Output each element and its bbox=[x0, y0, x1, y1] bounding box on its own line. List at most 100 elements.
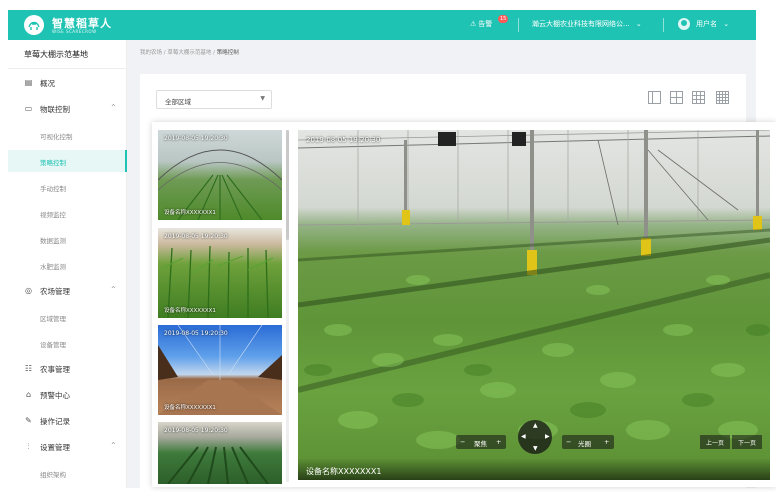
thumbnail-device-name: 设备名称XXXXXXX1 bbox=[164, 405, 216, 411]
thumbnail-timestamp: 2019-08-05 19:20:30 bbox=[164, 427, 228, 434]
arrow-up-icon[interactable]: ▲ bbox=[533, 422, 538, 429]
sidebar-item-label: 物联控制 bbox=[40, 105, 70, 114]
next-page-button[interactable]: 下一页 bbox=[732, 435, 763, 449]
top-bar: 智慧稻草人 WISE SCARECROW ⚠ 告警 15 瀚云大棚农业科技有限网络… bbox=[8, 10, 756, 40]
main-video-feed[interactable]: 2019-08-05 19:20:30 − 聚焦 + ▲ ▼ ◀ ▶ − 光圈 … bbox=[298, 130, 770, 480]
base-title[interactable]: 草莓大棚示范基地 bbox=[24, 49, 88, 60]
divider bbox=[663, 18, 664, 32]
focus-control: − 聚焦 + bbox=[456, 435, 506, 449]
sidebar-subitem-manual-control[interactable]: 手动控制 bbox=[8, 176, 127, 198]
aperture-label: 光圈 bbox=[578, 440, 591, 448]
edit-icon: ✎ bbox=[25, 416, 32, 425]
user-menu[interactable]: 用户名 ⌄ bbox=[696, 19, 729, 29]
sidebar-subitem-device-management[interactable]: 设备管理 bbox=[8, 332, 127, 354]
chevron-up-icon: ⌃ bbox=[110, 103, 117, 112]
thumbnail-timestamp: 2019-08-05 19:20:30 bbox=[164, 330, 228, 337]
sidebar-item-farm-affairs[interactable]: ☷ 农事管理 bbox=[8, 358, 127, 380]
document-icon: ▤ bbox=[24, 78, 33, 87]
arrow-down-icon[interactable]: ▼ bbox=[533, 445, 538, 452]
sidebar-subitem-strategy-control[interactable]: 策略控制 bbox=[8, 150, 127, 172]
sidebar-item-label: 农事管理 bbox=[40, 365, 70, 374]
logo-icon bbox=[24, 15, 44, 35]
sidebar-subitem-label: 水肥监测 bbox=[40, 263, 66, 271]
thumbnail-timestamp: 2019-08-05 19:20:30 bbox=[164, 233, 228, 240]
tasks-icon: ☷ bbox=[24, 364, 33, 373]
aperture-plus-button[interactable]: + bbox=[604, 438, 609, 446]
sidebar-item-farm-management[interactable]: ◎ 农场管理 ⌃ bbox=[8, 280, 127, 302]
bell-icon: ⚠ bbox=[470, 20, 477, 28]
sidebar-subitem-data-monitor[interactable]: 数据监测 bbox=[8, 228, 127, 250]
thumbnail-scrollbar[interactable] bbox=[286, 130, 289, 482]
camera-thumbnail[interactable]: 2019-08-05 19:20:30 设备名称XXXXXXX1 bbox=[158, 228, 282, 318]
sidebar-subitem-visual-control[interactable]: 可视化控制 bbox=[8, 124, 127, 146]
camera-thumbnail[interactable]: 2019-08-05 19:20:30 设备名称XXXXXXX1 bbox=[158, 325, 282, 415]
sidebar-subitem-label: 设备管理 bbox=[40, 341, 66, 349]
sidebar-item-label: 操作记录 bbox=[40, 417, 70, 426]
sidebar-subitem-label: 可视化控制 bbox=[40, 133, 73, 141]
arrow-right-icon[interactable]: ▶ bbox=[545, 433, 550, 440]
aperture-control: − 光圈 + bbox=[562, 435, 614, 449]
area-select[interactable]: 全部区域 ▼ bbox=[156, 90, 272, 109]
sidebar-subitem-video-monitor[interactable]: 视频监控 bbox=[8, 202, 127, 224]
sidebar: 草莓大棚示范基地 ▤ 概况 ▭ 物联控制 ⌃ 可视化控制 策略控制 手动控制 视… bbox=[8, 40, 127, 488]
sidebar-item-operation-log[interactable]: ✎ 操作记录 bbox=[8, 410, 127, 432]
sidebar-subitem-fertigation-monitor[interactable]: 水肥监测 bbox=[8, 254, 127, 276]
alert-label: 告警 bbox=[478, 20, 493, 28]
greenhouse-sky-image bbox=[158, 325, 282, 415]
company-dropdown[interactable]: 瀚云大棚农业科技有限网络公... ⌄ bbox=[532, 19, 642, 29]
chevron-up-icon: ⌃ bbox=[110, 285, 117, 294]
warning-house-icon: ⌂ bbox=[25, 390, 32, 399]
focus-label: 聚焦 bbox=[474, 440, 487, 448]
layout-2x2-icon[interactable] bbox=[670, 91, 683, 104]
sidebar-item-label: 农场管理 bbox=[40, 287, 70, 296]
thumbnail-device-name: 设备名称XXXXXXX1 bbox=[164, 308, 216, 314]
caret-down-icon: ▼ bbox=[260, 95, 265, 102]
avatar[interactable] bbox=[678, 18, 690, 30]
layout-3x3-icon[interactable] bbox=[692, 91, 705, 104]
camera-thumbnail[interactable]: 2019-08-05 19:20:30 bbox=[158, 422, 282, 484]
leaf-icon: ◎ bbox=[25, 286, 32, 295]
sidebar-subitem-organization[interactable]: 组织架构 bbox=[8, 462, 127, 484]
divider bbox=[518, 18, 519, 32]
breadcrumb-base[interactable]: 草莓大棚示范基地 bbox=[167, 50, 211, 56]
sidebar-subitem-label: 组织架构 bbox=[40, 471, 66, 479]
layout-4x4-icon[interactable] bbox=[716, 91, 729, 104]
thumbnail-timestamp: 2019-08-05 19:20:30 bbox=[164, 135, 228, 142]
sidebar-subitem-label: 数据监测 bbox=[40, 237, 66, 245]
aperture-minus-button[interactable]: − bbox=[566, 438, 571, 446]
sidebar-item-iot-control[interactable]: ▭ 物联控制 ⌃ bbox=[8, 98, 127, 120]
alert-count-badge: 15 bbox=[498, 15, 509, 23]
chevron-down-icon: ⌄ bbox=[723, 20, 730, 28]
ptz-direction-control[interactable]: ▲ ▼ ◀ ▶ bbox=[518, 420, 552, 454]
breadcrumb-current: 策略控制 bbox=[216, 50, 239, 56]
sidebar-item-label: 设置管理 bbox=[40, 443, 70, 452]
main-feed-timestamp: 2019-08-05 19:20:30 bbox=[306, 136, 381, 144]
sidebar-item-alert-center[interactable]: ⌂ 预警中心 bbox=[8, 384, 127, 406]
chevron-up-icon: ⌃ bbox=[110, 441, 117, 450]
chevron-down-icon: ⌄ bbox=[635, 20, 642, 28]
sidebar-subitem-label: 区域管理 bbox=[40, 315, 66, 323]
area-select-value: 全部区域 bbox=[165, 98, 191, 106]
corn-field-image bbox=[162, 245, 274, 318]
camera-thumbnail[interactable]: 2019-08-05 19:20:30 设备名称XXXXXXX1 bbox=[158, 130, 282, 220]
user-name: 用户名 bbox=[696, 20, 717, 28]
focus-plus-button[interactable]: + bbox=[496, 438, 501, 446]
sidebar-subitem-area-management[interactable]: 区域管理 bbox=[8, 306, 127, 328]
arrow-left-icon[interactable]: ◀ bbox=[521, 433, 526, 440]
sidebar-item-overview[interactable]: ▤ 概况 bbox=[8, 72, 127, 94]
divider bbox=[8, 68, 127, 69]
sidebar-item-label: 预警中心 bbox=[40, 391, 70, 400]
sidebar-subitem-label: 策略控制 bbox=[40, 159, 66, 167]
breadcrumb: 我的农场 / 草莓大棚示范基地 / 策略控制 bbox=[140, 48, 239, 56]
greenhouse-image bbox=[158, 149, 282, 220]
sidebar-item-settings[interactable]: ⫶ 设置管理 ⌃ bbox=[8, 436, 127, 458]
alert-button[interactable]: ⚠ 告警 bbox=[470, 19, 492, 29]
focus-minus-button[interactable]: − bbox=[460, 438, 465, 446]
sliders-icon: ⫶ bbox=[27, 442, 30, 451]
prev-page-button[interactable]: 上一页 bbox=[700, 435, 731, 449]
layout-single-icon[interactable] bbox=[648, 91, 661, 104]
brand-subtitle: WISE SCARECROW bbox=[52, 29, 97, 34]
video-viewer: 2019-08-05 19:20:30 设备名称XXXXXXX1 2019-08… bbox=[152, 122, 776, 487]
breadcrumb-my-farm[interactable]: 我的农场 bbox=[140, 50, 162, 56]
sidebar-subitem-label: 手动控制 bbox=[40, 185, 66, 193]
